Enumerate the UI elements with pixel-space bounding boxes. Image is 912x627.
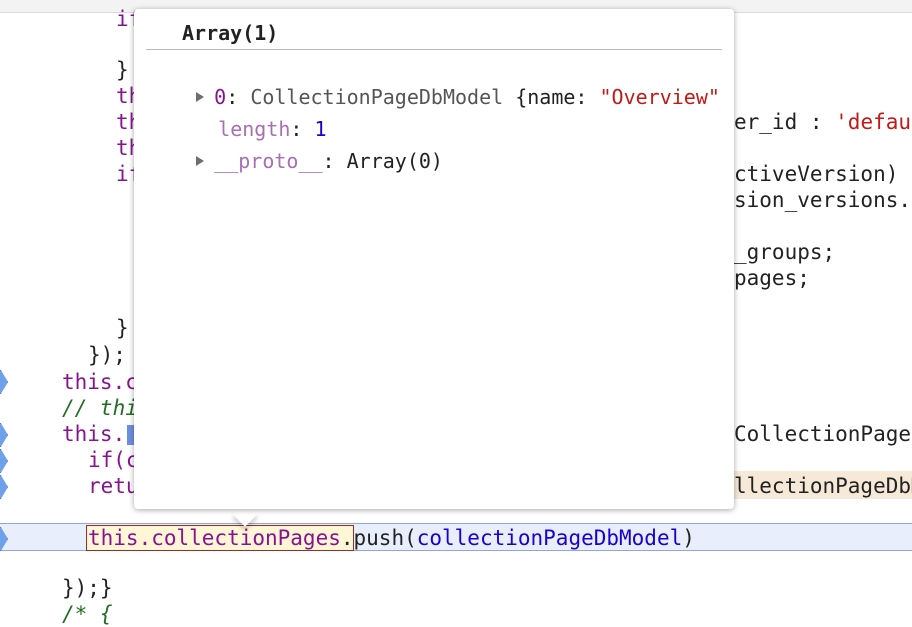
tree-row-index-0[interactable]: 0: CollectionPageDbModel {name: "Overvie… bbox=[148, 55, 720, 109]
code-line[interactable]: });} bbox=[62, 575, 113, 601]
code-line[interactable]: } bbox=[116, 57, 129, 83]
popover-header: Array(1) bbox=[146, 19, 722, 50]
execution-line-code[interactable]: this.collectionPages.push(collectionPage… bbox=[88, 525, 695, 551]
tree-row-length: length: 1 bbox=[218, 117, 327, 141]
code-fragment[interactable]: er_id : 'defaul bbox=[734, 109, 912, 135]
breakpoint-marker-icon[interactable] bbox=[0, 370, 8, 394]
object-preview-popover: Array(1) 0: CollectionPageDbModel {name:… bbox=[134, 9, 734, 509]
tree-row-proto[interactable]: __proto__: Array(0) bbox=[148, 119, 443, 173]
code-line[interactable]: retu bbox=[88, 473, 139, 499]
code-fragment[interactable]: sion_versions.f bbox=[734, 187, 912, 213]
code-line[interactable]: }); bbox=[88, 342, 126, 368]
breakpoint-marker-icon[interactable] bbox=[0, 423, 8, 447]
code-fragment[interactable]: CollectionPage bbox=[734, 421, 911, 447]
code-fragment[interactable]: ctiveVersion) - bbox=[734, 161, 912, 187]
code-line[interactable]: } bbox=[116, 315, 129, 341]
hovered-expression[interactable]: this.collectionPages bbox=[88, 526, 341, 550]
code-line[interactable]: if(c bbox=[88, 447, 139, 473]
breakpoint-marker-icon[interactable] bbox=[0, 449, 8, 473]
code-comment[interactable]: /* { bbox=[62, 601, 113, 627]
code-fragment[interactable]: llectionPageDbM bbox=[734, 473, 912, 499]
breakpoint-marker-icon[interactable] bbox=[0, 475, 8, 499]
code-fragment[interactable]: pages; bbox=[734, 265, 810, 291]
popover-title: Array(1) bbox=[182, 21, 279, 45]
expand-triangle-icon[interactable] bbox=[196, 155, 205, 166]
code-line[interactable]: this.c bbox=[62, 369, 138, 395]
code-fragment[interactable]: _groups; bbox=[734, 239, 835, 265]
code-comment[interactable]: // thi bbox=[62, 395, 138, 421]
code-line[interactable]: this. bbox=[62, 421, 125, 447]
